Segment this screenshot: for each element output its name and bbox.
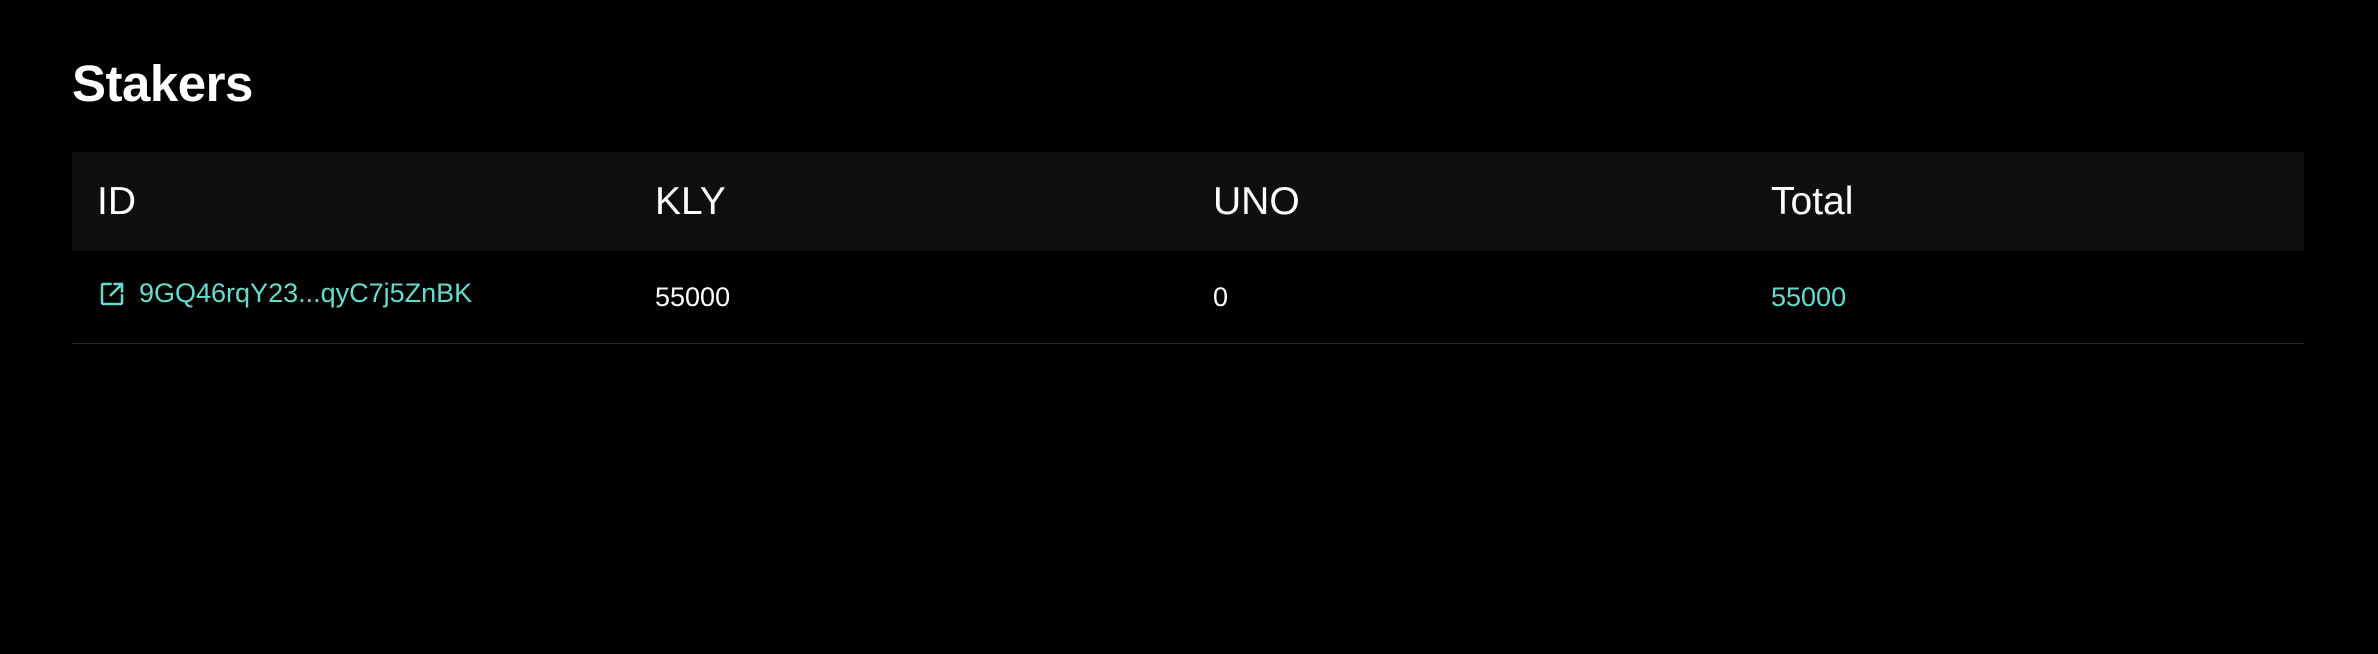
staker-id-text: 9GQ46rqY23...qyC7j5ZnBK bbox=[139, 278, 473, 309]
column-header-kly: KLY bbox=[655, 179, 726, 223]
column-header-total: Total bbox=[1771, 179, 1854, 223]
cell-uno: 0 bbox=[1213, 281, 1229, 312]
page-title: Stakers bbox=[72, 55, 253, 112]
cell-id: 9GQ46rqY23...qyC7j5ZnBK bbox=[72, 278, 630, 316]
cell-kly: 55000 bbox=[655, 281, 731, 312]
staker-id-link[interactable]: 9GQ46rqY23...qyC7j5ZnBK bbox=[97, 278, 472, 309]
table-header: ID KLY UNO Total bbox=[72, 152, 2304, 251]
column-header-uno: UNO bbox=[1213, 179, 1300, 223]
table-row: 9GQ46rqY23...qyC7j5ZnBK 55000 0 55000 bbox=[72, 251, 2304, 344]
column-header-id: ID bbox=[97, 179, 136, 223]
cell-total: 55000 bbox=[1771, 281, 1847, 312]
stakers-page: Stakers ID KLY UNO Total 9GQ46rqY23...qy… bbox=[0, 0, 2378, 654]
external-link-icon bbox=[97, 279, 127, 309]
stakers-table: ID KLY UNO Total 9GQ46rqY23...qyC7j5ZnBK bbox=[72, 152, 2304, 344]
